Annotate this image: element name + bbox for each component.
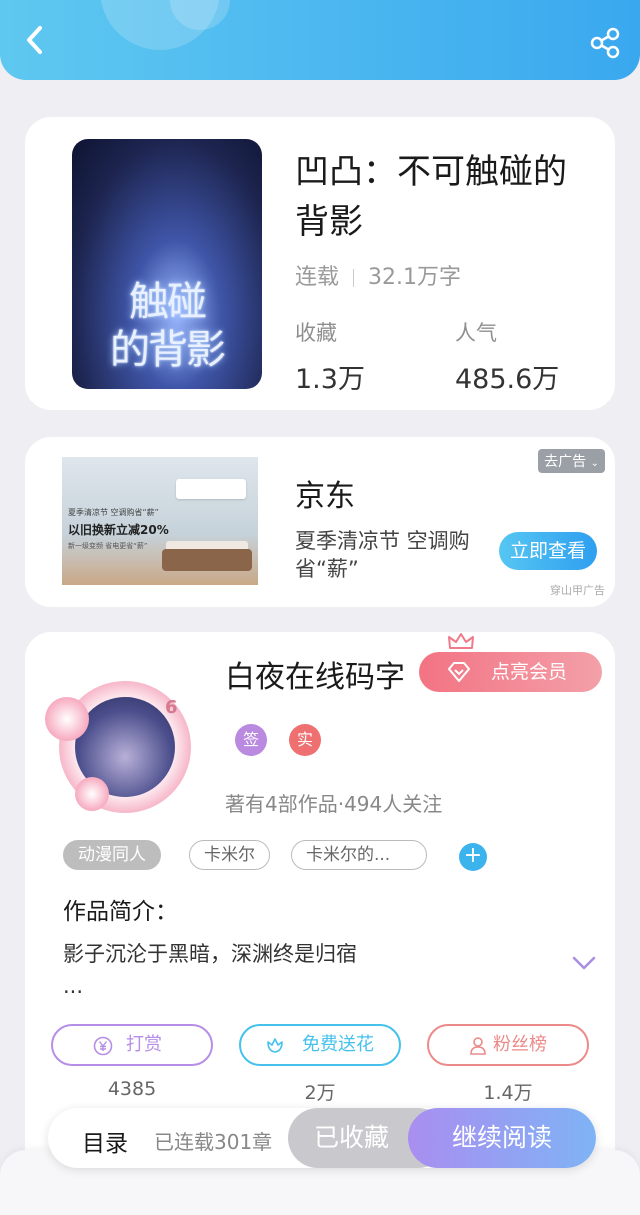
share-button[interactable]	[588, 26, 622, 60]
level-badge: 6	[165, 697, 178, 718]
chevron-down-icon: ⌄	[590, 458, 599, 469]
signed-badge[interactable]: 签	[235, 724, 267, 756]
collect-value: 1.3万	[295, 364, 365, 395]
flower-count: 2万	[304, 1082, 336, 1104]
intro-text[interactable]: 影子沉沦于黑暗，深渊终是归宿 ...	[63, 938, 483, 1002]
author-stats: 著有4部作品·494人关注	[225, 792, 443, 816]
send-flower-label: 免费送花	[302, 1034, 374, 1055]
tag-item[interactable]: 卡米尔的...	[291, 840, 427, 870]
verified-badge[interactable]: 实	[289, 724, 321, 756]
diamond-icon	[448, 662, 470, 682]
intro-heading: 作品简介：	[63, 899, 178, 925]
reward-count: 4385	[107, 1078, 157, 1100]
ad-source: 穿山甲广告	[550, 584, 605, 597]
user-icon	[470, 1037, 486, 1055]
chevron-down-icon[interactable]	[571, 954, 597, 972]
flower-decoration	[75, 777, 109, 811]
vip-button[interactable]: 点亮会员	[419, 652, 602, 692]
fan-ranking-button[interactable]: 粉丝榜	[427, 1024, 589, 1066]
intro-text-line: 影子沉沦于黑暗，深渊终是归宿	[63, 942, 357, 966]
tag-item[interactable]: 动漫同人	[63, 840, 161, 870]
author-name[interactable]: 白夜在线码字	[225, 652, 405, 696]
ad-brand: 京东	[295, 479, 355, 514]
chevron-left-icon	[27, 26, 42, 54]
collect-label: 收藏	[295, 321, 337, 345]
reward-button[interactable]: 打赏	[51, 1024, 213, 1066]
book-status: 连载	[295, 265, 340, 290]
ad-image-text: 新一级变频 省电更省“薪”	[68, 542, 148, 550]
vip-button-label: 点亮会员	[491, 661, 568, 683]
book-title: 凹凸：不可触碰的背影	[295, 152, 567, 242]
ad-description: 夏季清凉节 空调购省“薪”	[295, 529, 470, 581]
popularity-label: 人气	[455, 321, 497, 345]
back-button[interactable]	[18, 22, 54, 58]
ad-view-button[interactable]: 立即查看	[499, 532, 597, 570]
add-tag-button[interactable]: +	[459, 843, 487, 871]
tag-item[interactable]: 卡米尔	[189, 840, 270, 870]
send-flower-button[interactable]: 免费送花	[239, 1024, 401, 1066]
meta-divider	[353, 269, 355, 287]
author-avatar-frame[interactable]: 6	[45, 667, 205, 827]
cover-title-text: 的背影	[110, 327, 226, 373]
ad-image-text: 以旧换新立减20%	[68, 523, 169, 537]
popularity-value: 485.6万	[455, 364, 560, 395]
book-meta: 连载 32.1万字	[295, 259, 461, 291]
air-conditioner-graphic	[176, 479, 246, 499]
fan-ranking-label: 粉丝榜	[493, 1034, 547, 1055]
book-info-card: 触碰 的背影 凹凸：不可触碰的背影 连载 32.1万字 收藏 人气 1.3万 48…	[25, 117, 615, 410]
crown-icon	[448, 633, 474, 649]
top-header	[0, 0, 640, 80]
flower-icon	[267, 1038, 283, 1053]
bottom-action-bar: 目录 已连载301章 已收藏 继续阅读	[48, 1108, 596, 1168]
ad-card[interactable]: 夏季清凉节 空调购省“薪” 以旧换新立减20% 新一级变频 省电更省“薪” 去广…	[25, 437, 615, 607]
toc-button[interactable]: 目录	[82, 1124, 128, 1158]
word-count: 32.1万字	[368, 265, 462, 290]
ad-image-text: 夏季清凉节 空调购省“薪”	[68, 508, 159, 517]
chapter-count[interactable]: 已连载301章	[154, 1126, 272, 1155]
intro-ellipsis: ...	[63, 974, 84, 998]
reward-label: 打赏	[126, 1034, 162, 1055]
book-cover[interactable]: 触碰 的背影	[72, 139, 262, 389]
ad-image[interactable]: 夏季清凉节 空调购省“薪” 以旧换新立减20% 新一级变频 省电更省“薪”	[62, 457, 258, 585]
continue-reading-button[interactable]: 继续阅读	[408, 1108, 596, 1168]
flower-decoration	[45, 697, 89, 741]
bed-graphic	[162, 549, 252, 571]
yen-coin-icon	[93, 1036, 113, 1056]
share-icon	[590, 27, 620, 59]
remove-ad-button[interactable]: 去广告 ⌄	[538, 449, 605, 473]
remove-ad-label: 去广告	[544, 454, 587, 470]
fans-count: 1.4万	[483, 1082, 533, 1104]
